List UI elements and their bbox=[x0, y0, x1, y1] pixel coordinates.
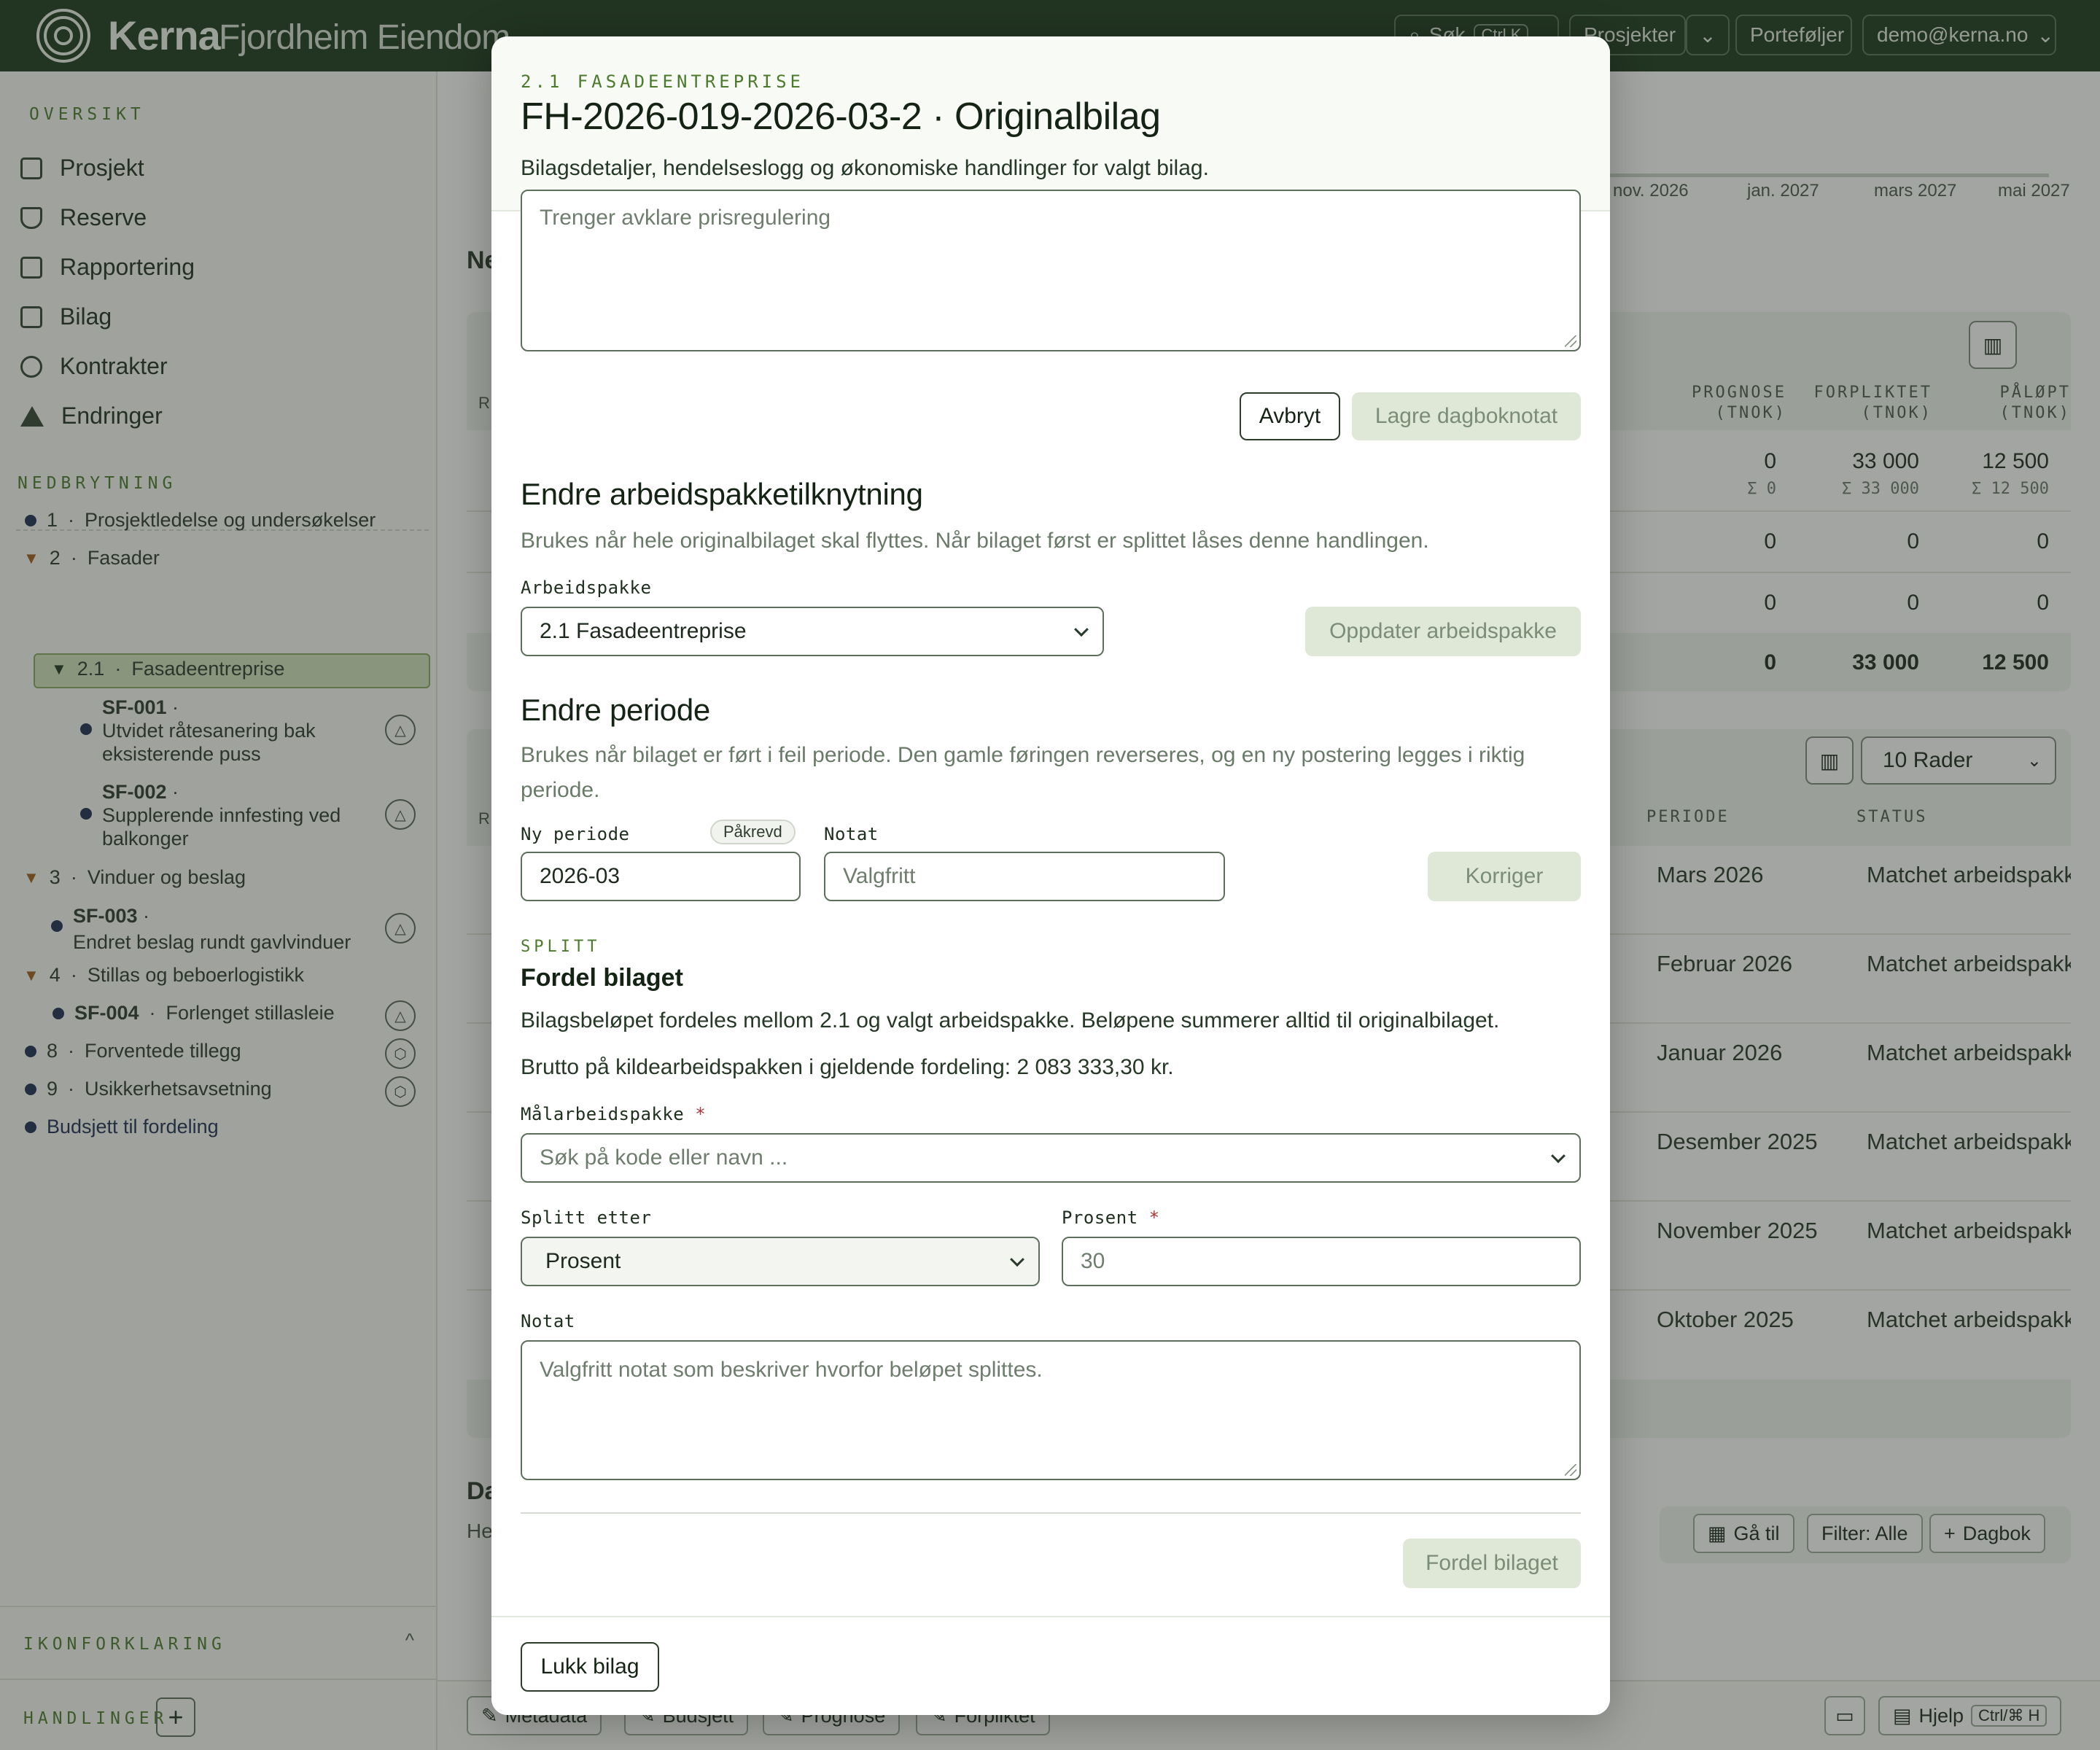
correct-period-button[interactable]: Korriger bbox=[1428, 852, 1581, 901]
split-gross-text: Brutto på kildearbeidspakken i gjeldende… bbox=[521, 1055, 1174, 1079]
required-asterisk: * bbox=[695, 1104, 707, 1124]
wp-section-desc: Brukes når hele originalbilaget skal fly… bbox=[521, 529, 1429, 553]
required-badge: Påkrevd bbox=[710, 820, 796, 844]
journal-note-textarea[interactable]: Trenger avklare prisregulering bbox=[521, 190, 1581, 351]
split-voucher-button[interactable]: Fordel bilaget bbox=[1403, 1539, 1581, 1588]
target-wp-label: Målarbeidspakke * bbox=[521, 1104, 706, 1124]
split-section-desc: Bilagsbeløpet fordeles mellom 2.1 og val… bbox=[521, 1008, 1500, 1032]
work-package-value: 2.1 Fasadeentreprise bbox=[540, 619, 747, 643]
percent-input[interactable]: 30 bbox=[1062, 1237, 1581, 1286]
wp-field-label: Arbeidspakke bbox=[521, 578, 652, 598]
period-desc-line: Brukes når bilaget er ført i feil period… bbox=[521, 743, 1525, 767]
percent-placeholder: 30 bbox=[1081, 1249, 1105, 1273]
split-divider bbox=[521, 1512, 1581, 1514]
split-kicker: SPLITT bbox=[521, 938, 601, 956]
split-section-title: Fordel bilaget bbox=[521, 964, 683, 992]
voucher-modal: 2.1 FASADEENTREPRISE FH-2026-019-2026-03… bbox=[491, 36, 1610, 1715]
target-wp-placeholder: Søk på kode eller navn ... bbox=[540, 1146, 788, 1170]
period-note-label: Notat bbox=[824, 824, 879, 844]
split-by-value: Prosent bbox=[545, 1249, 621, 1273]
save-note-button[interactable]: Lagre dagboknotat bbox=[1352, 392, 1581, 440]
split-by-select[interactable]: Prosent bbox=[521, 1237, 1040, 1286]
period-desc-line: periode. bbox=[521, 778, 600, 802]
percent-label: Prosent * bbox=[1062, 1208, 1160, 1228]
resize-handle[interactable] bbox=[1565, 335, 1576, 347]
cancel-button[interactable]: Avbryt bbox=[1240, 392, 1340, 440]
new-period-input[interactable]: 2026-03 bbox=[521, 852, 801, 901]
close-voucher-button[interactable]: Lukk bilag bbox=[521, 1642, 659, 1692]
work-package-select[interactable]: 2.1 Fasadeentreprise bbox=[521, 607, 1104, 656]
target-wp-combobox[interactable]: Søk på kode eller navn ... bbox=[521, 1133, 1581, 1183]
modal-title: FH-2026-019-2026-03-2 · Originalbilag bbox=[521, 96, 1161, 138]
period-section-desc: Brukes når bilaget er ført i feil period… bbox=[521, 738, 1585, 808]
modal-subtitle: Bilagsdetaljer, hendelseslogg og økonomi… bbox=[521, 156, 1209, 180]
period-note-input[interactable]: Valgfritt bbox=[824, 852, 1225, 901]
chevron-down-icon bbox=[1074, 622, 1089, 637]
split-note-textarea[interactable]: Valgfritt notat som beskriver hvorfor be… bbox=[521, 1340, 1581, 1480]
chevron-down-icon bbox=[1010, 1252, 1024, 1267]
chevron-down-icon bbox=[1551, 1148, 1566, 1164]
update-work-package-button[interactable]: Oppdater arbeidspakke bbox=[1305, 607, 1581, 656]
wp-section-title: Endre arbeidspakketilknytning bbox=[521, 477, 923, 511]
new-period-label: Ny periode bbox=[521, 824, 630, 844]
journal-note-value: Trenger avklare prisregulering bbox=[540, 206, 831, 230]
modal-footer: Lukk bilag bbox=[491, 1616, 1610, 1715]
resize-handle[interactable] bbox=[1565, 1464, 1576, 1476]
percent-label-text: Prosent bbox=[1062, 1208, 1138, 1228]
split-by-label: Splitt etter bbox=[521, 1208, 652, 1228]
required-asterisk: * bbox=[1148, 1208, 1160, 1228]
split-note-label: Notat bbox=[521, 1311, 575, 1331]
target-wp-label-text: Målarbeidspakke bbox=[521, 1104, 685, 1124]
period-note-placeholder: Valgfritt bbox=[843, 864, 916, 888]
modal-header: 2.1 FASADEENTREPRISE FH-2026-019-2026-03… bbox=[491, 36, 1610, 211]
period-section-title: Endre periode bbox=[521, 693, 710, 727]
modal-body: Trenger avklare prisregulering Avbryt La… bbox=[491, 190, 1610, 1619]
modal-kicker: 2.1 FASADEENTREPRISE bbox=[521, 71, 804, 92]
new-period-value: 2026-03 bbox=[540, 864, 621, 888]
split-note-placeholder: Valgfritt notat som beskriver hvorfor be… bbox=[540, 1358, 1043, 1382]
